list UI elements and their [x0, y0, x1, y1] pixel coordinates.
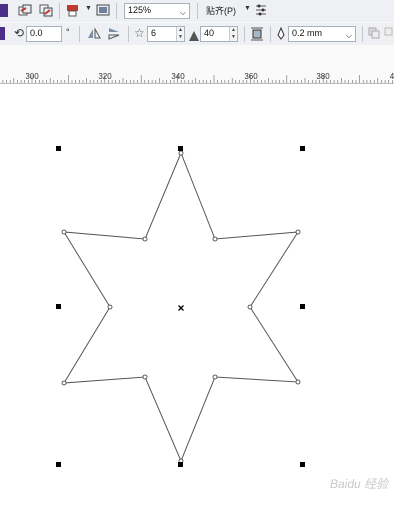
ruler-label-300: 300 — [25, 72, 39, 81]
snap-dropdown-arrow-icon[interactable]: ▼ — [244, 5, 251, 12]
rotation-unit-label: ° — [66, 27, 70, 37]
handle-bottom-right — [300, 462, 305, 467]
zoom-level-dropdown[interactable]: 125% ⌵ — [124, 3, 190, 19]
star-sharpness-input[interactable]: 40 ▲ ▼ — [200, 26, 238, 42]
star-sharpness-up-button[interactable]: ▲ — [229, 27, 237, 34]
star-sharpness-down-button[interactable]: ▼ — [229, 34, 237, 41]
outline-pen-icon — [276, 26, 286, 40]
star-node — [61, 229, 67, 235]
handle-bottom-left — [56, 462, 61, 467]
star-shape[interactable] — [61, 150, 301, 464]
rotation-angle-input[interactable]: 0.0 — [26, 26, 62, 42]
publish-dropdown-arrow-icon[interactable]: ▼ — [85, 5, 92, 12]
arrange-front-icon[interactable] — [368, 27, 380, 40]
star-node — [247, 304, 253, 310]
selection-indicator-icon — [0, 27, 5, 40]
publish-pdf-icon[interactable] — [66, 4, 80, 17]
snap-to-menu[interactable]: 贴齐(P) — [206, 5, 236, 17]
handle-top-right — [300, 146, 305, 151]
mirror-horizontal-icon[interactable] — [87, 27, 101, 40]
outline-width-value: 0.2 mm — [292, 28, 323, 38]
star-node — [295, 379, 301, 385]
chevron-down-icon: ⌵ — [179, 8, 186, 17]
ruler-ticks — [2, 75, 393, 83]
ruler-label-380: 380 — [316, 72, 330, 81]
full-screen-preview-icon[interactable] — [96, 4, 110, 17]
star-points-icon: ☆ — [134, 26, 145, 40]
handle-middle-right — [300, 304, 305, 309]
zoom-level-value: 125% — [128, 5, 152, 15]
star-points-up-button[interactable]: ▲ — [176, 27, 184, 34]
drawing-canvas[interactable]: Baidu 经验 — [0, 84, 394, 500]
star-sharpness-value: 40 — [204, 28, 215, 38]
ruler-label-320: 320 — [98, 72, 112, 81]
watermark: Baidu 经验 — [329, 477, 388, 491]
selection-handles[interactable] — [56, 146, 305, 467]
star-node — [295, 229, 301, 235]
star-node — [178, 150, 184, 156]
star-node — [142, 374, 148, 380]
star-nodes[interactable] — [61, 150, 301, 464]
handle-top-left — [56, 146, 61, 151]
star-node — [212, 236, 218, 242]
star-points-value: 6 — [151, 28, 157, 38]
mirror-vertical-icon[interactable] — [107, 27, 121, 40]
import-icon[interactable] — [18, 4, 32, 17]
handle-top-center — [178, 146, 183, 151]
drawing-area[interactable] — [0, 84, 394, 500]
star-node — [142, 236, 148, 242]
chevron-down-icon: ⌵ — [345, 31, 352, 40]
star-outline[interactable] — [63, 151, 299, 463]
horizontal-ruler[interactable]: 300 320 340 360 380 4 — [0, 45, 394, 84]
standard-toolbar: ▼ 125% ⌵ 贴齐(P) ▼ — [0, 0, 394, 23]
handle-bottom-center — [178, 462, 183, 467]
ruler-label-360: 360 — [244, 72, 258, 81]
outline-width-dropdown[interactable]: 0.2 mm ⌵ — [288, 26, 356, 42]
rotation-icon: ⟲ — [14, 26, 25, 40]
star-node — [212, 374, 218, 380]
star-node — [107, 304, 113, 310]
export-icon[interactable] — [39, 4, 53, 17]
property-bar: ⟲ 0.0 ° ☆ 6 ▲ ▼ 40 ▲ ▼ 0.2 mm ⌵ — [0, 22, 394, 46]
ruler-label-partial: 4 — [389, 72, 394, 81]
options-icon[interactable] — [255, 4, 267, 17]
star-sharpness-icon — [189, 28, 199, 41]
ruler-label-340: 340 — [171, 72, 185, 81]
handle-middle-left — [56, 304, 61, 309]
center-marker-icon[interactable] — [178, 305, 184, 311]
star-points-down-button[interactable]: ▼ — [176, 34, 184, 41]
star-points-input[interactable]: 6 ▲ ▼ — [147, 26, 185, 42]
arrange-back-icon[interactable] — [384, 27, 394, 40]
rotation-angle-value: 0.0 — [30, 28, 43, 38]
star-node — [61, 380, 67, 386]
wrap-text-icon[interactable] — [250, 27, 264, 41]
app-launcher-icon[interactable] — [0, 4, 8, 17]
